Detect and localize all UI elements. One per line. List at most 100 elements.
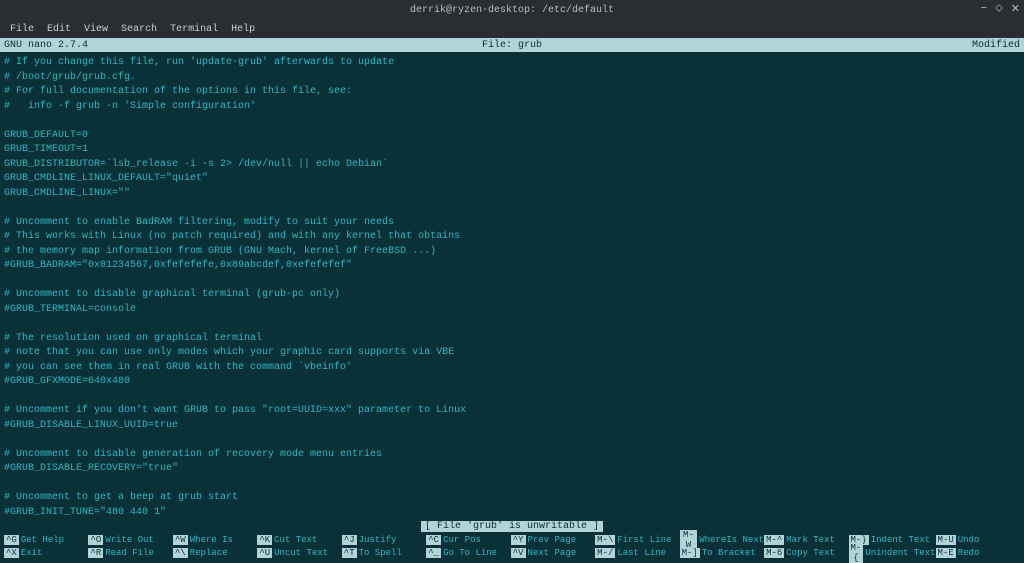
shortcut-column: M-^Mark TextM-6Copy Text bbox=[764, 533, 848, 559]
shortcut-item: M-6Copy Text bbox=[764, 546, 848, 559]
shortcut-label: Write Out bbox=[105, 535, 154, 545]
shortcut-key: M-E bbox=[936, 548, 956, 558]
shortcut-item: M-/Last Line bbox=[595, 546, 679, 559]
shortcut-key: M-\ bbox=[595, 535, 615, 545]
menu-terminal[interactable]: Terminal bbox=[164, 22, 224, 37]
shortcut-label: Last Line bbox=[617, 548, 666, 558]
shortcut-label: Go To Line bbox=[443, 548, 497, 558]
status-line: [ File 'grub' is unwritable ] bbox=[0, 520, 1024, 533]
shortcut-label: Justify bbox=[359, 535, 397, 545]
shortcut-key: M-^ bbox=[764, 535, 784, 545]
shortcut-label: Exit bbox=[21, 548, 43, 558]
shortcut-key: ^W bbox=[173, 535, 188, 545]
shortcut-key: ^\ bbox=[173, 548, 188, 558]
menu-edit[interactable]: Edit bbox=[41, 22, 77, 37]
shortcut-label: Cur Pos bbox=[443, 535, 481, 545]
shortcut-key: ^T bbox=[342, 548, 357, 558]
shortcut-label: To Spell bbox=[359, 548, 402, 558]
shortcut-column: M-WWhereIs NextM-]To Bracket bbox=[680, 533, 764, 559]
shortcut-item: ^UUncut Text bbox=[257, 546, 341, 559]
shortcut-label: Redo bbox=[958, 548, 980, 558]
shortcut-key: M-] bbox=[680, 548, 700, 558]
shortcut-key: ^J bbox=[342, 535, 357, 545]
shortcut-column: ^YPrev Page^VNext Page bbox=[511, 533, 595, 559]
shortcut-key: M-/ bbox=[595, 548, 615, 558]
shortcut-key: ^C bbox=[426, 535, 441, 545]
shortcut-label: Next Page bbox=[528, 548, 577, 558]
shortcut-item: M-UUndo bbox=[936, 533, 1020, 546]
shortcut-key: ^O bbox=[88, 535, 103, 545]
shortcut-label: Get Help bbox=[21, 535, 64, 545]
shortcut-column: M-UUndoM-ERedo bbox=[936, 533, 1020, 559]
menu-view[interactable]: View bbox=[78, 22, 114, 37]
shortcut-item: ^TTo Spell bbox=[342, 546, 426, 559]
shortcut-key: ^R bbox=[88, 548, 103, 558]
shortcut-item: ^\Replace bbox=[173, 546, 257, 559]
shortcuts-bar: ^GGet Help^XExit^OWrite Out^RRead File^W… bbox=[0, 533, 1024, 559]
shortcut-label: Undo bbox=[958, 535, 980, 545]
shortcut-label: Unindent Text bbox=[865, 548, 935, 558]
shortcut-column: ^JJustify^TTo Spell bbox=[342, 533, 426, 559]
shortcut-key: M-{ bbox=[849, 543, 864, 563]
nano-version: GNU nano 2.7.4 bbox=[4, 40, 88, 51]
shortcut-item: M-ERedo bbox=[936, 546, 1020, 559]
shortcut-item: M-{Unindent Text bbox=[849, 546, 936, 559]
shortcut-item: M-WWhereIs Next bbox=[680, 533, 764, 546]
shortcut-item: ^YPrev Page bbox=[511, 533, 595, 546]
nano-header: GNU nano 2.7.4 File: grub Modified bbox=[0, 38, 1024, 52]
shortcut-item: ^OWrite Out bbox=[88, 533, 172, 546]
shortcut-column: ^WWhere Is^\Replace bbox=[173, 533, 257, 559]
shortcut-column: M-}Indent TextM-{Unindent Text bbox=[849, 533, 936, 559]
shortcut-item: ^_Go To Line bbox=[426, 546, 510, 559]
menubar: File Edit View Search Terminal Help bbox=[0, 20, 1024, 38]
shortcut-item: ^RRead File bbox=[88, 546, 172, 559]
menu-help[interactable]: Help bbox=[225, 22, 261, 37]
shortcut-item: ^VNext Page bbox=[511, 546, 595, 559]
shortcut-key: ^_ bbox=[426, 548, 441, 558]
shortcut-label: To Bracket bbox=[702, 548, 756, 558]
shortcut-column: ^CCur Pos^_Go To Line bbox=[426, 533, 510, 559]
shortcut-key: ^Y bbox=[511, 535, 526, 545]
shortcut-key: ^U bbox=[257, 548, 272, 558]
close-icon[interactable]: ✕ bbox=[1011, 2, 1020, 16]
shortcut-column: ^KCut Text^UUncut Text bbox=[257, 533, 341, 559]
menu-file[interactable]: File bbox=[4, 22, 40, 37]
shortcut-item: ^CCur Pos bbox=[426, 533, 510, 546]
shortcut-label: WhereIs Next bbox=[699, 535, 764, 545]
shortcut-column: ^GGet Help^XExit bbox=[4, 533, 88, 559]
status-badge: [ File 'grub' is unwritable ] bbox=[421, 521, 603, 532]
minimize-icon[interactable]: − bbox=[980, 3, 987, 15]
shortcut-label: Mark Text bbox=[786, 535, 835, 545]
shortcut-item: M-^Mark Text bbox=[764, 533, 848, 546]
shortcut-label: Indent Text bbox=[871, 535, 930, 545]
shortcut-item: ^KCut Text bbox=[257, 533, 341, 546]
shortcut-item: ^XExit bbox=[4, 546, 88, 559]
window-titlebar: derrik@ryzen-desktop: /etc/default − ⬦ ✕ bbox=[0, 0, 1024, 20]
shortcut-label: Where Is bbox=[190, 535, 233, 545]
editor-content[interactable]: # If you change this file, run 'update-g… bbox=[0, 52, 1024, 524]
shortcut-key: ^V bbox=[511, 548, 526, 558]
shortcut-key: ^G bbox=[4, 535, 19, 545]
shortcut-label: Read File bbox=[105, 548, 154, 558]
shortcut-item: ^GGet Help bbox=[4, 533, 88, 546]
shortcut-key: M-6 bbox=[764, 548, 784, 558]
shortcut-item: ^WWhere Is bbox=[173, 533, 257, 546]
shortcut-key: M-U bbox=[936, 535, 956, 545]
menu-search[interactable]: Search bbox=[115, 22, 163, 37]
shortcut-item: ^JJustify bbox=[342, 533, 426, 546]
nano-file-label: File: grub bbox=[482, 40, 542, 51]
shortcut-label: Uncut Text bbox=[274, 548, 328, 558]
shortcut-key: ^K bbox=[257, 535, 272, 545]
shortcut-column: ^OWrite Out^RRead File bbox=[88, 533, 172, 559]
shortcut-item: M-\First Line bbox=[595, 533, 679, 546]
shortcut-label: Copy Text bbox=[786, 548, 835, 558]
window-title: derrik@ryzen-desktop: /etc/default bbox=[410, 5, 614, 16]
shortcut-label: Replace bbox=[190, 548, 228, 558]
shortcut-key: ^X bbox=[4, 548, 19, 558]
window-controls: − ⬦ ✕ bbox=[980, 2, 1020, 16]
shortcut-column: M-\First LineM-/Last Line bbox=[595, 533, 679, 559]
shortcut-item: M-]To Bracket bbox=[680, 546, 764, 559]
shortcut-label: First Line bbox=[617, 535, 671, 545]
shortcut-label: Cut Text bbox=[274, 535, 317, 545]
maximize-icon[interactable]: ⬦ bbox=[995, 3, 1003, 15]
